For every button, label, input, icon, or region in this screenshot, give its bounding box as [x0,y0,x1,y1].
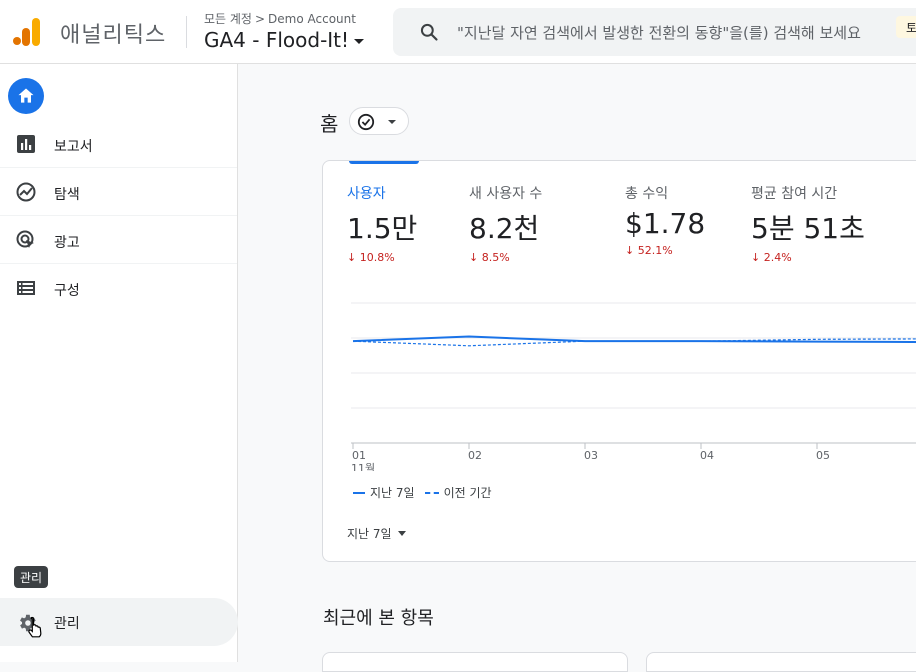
sidebar-item-reports[interactable]: 보고서 [0,120,237,168]
x-tick-label: 02 [468,449,482,462]
breadcrumb-account[interactable]: Demo Account [268,12,356,26]
explore-icon [16,182,36,202]
metric-value: 8.2천 [469,212,540,245]
metric-value: 1.5만 [347,212,418,245]
property-name: GA4 - Flood-It! [204,28,350,52]
metric-avg-engagement[interactable]: 평균 참여 시간 5분 51초 ↓ 2.4% [751,183,865,264]
metric-users[interactable]: 사용자 1.5만 ↓ 10.8% [347,183,417,264]
bar-chart-icon [17,135,35,153]
metric-value: 5분 51초 [751,212,865,245]
breadcrumb-parent[interactable]: 모든 계정 [204,12,252,26]
breadcrumb-separator: > [254,12,266,26]
metric-label: 총 수익 [625,186,669,202]
search-icon [420,23,438,41]
verified-dropdown[interactable] [349,107,409,135]
page-title: 홈 [320,112,339,136]
date-range-label: 지난 7일 [347,527,392,541]
search-bar[interactable]: "지난달 자연 검색에서 발생한 전환의 동향"을(를) 검색해 보세요 [393,8,916,56]
metric-total-revenue[interactable]: 총 수익 $1.78 ↓ 52.1% [625,183,705,257]
recent-section-title: 최근에 본 항목 [323,608,434,629]
chevron-down-icon [397,531,406,536]
metric-value: $1.78 [625,207,706,240]
sidebar-item-label: 보고서 [54,139,93,155]
legend-swatch-dashed [424,491,439,494]
chart-legend: 지난 7일 이전 기간 [353,484,492,501]
property-selector[interactable]: GA4 - Flood-It! [204,28,365,52]
legend-swatch-solid [353,491,365,494]
home-icon [18,88,34,103]
metric-delta: ↓ 10.8% [347,251,395,264]
breadcrumb[interactable]: 모든 계정 > Demo Account [204,10,356,27]
sidebar-item-label: 광고 [54,235,80,251]
metric-delta: ↓ 8.5% [469,251,510,264]
metric-new-users[interactable]: 새 사용자 수 8.2천 ↓ 8.5% [469,183,542,264]
date-range-selector[interactable]: 지난 7일 [347,525,406,542]
sidebar-item-label: 구성 [54,283,80,299]
divider [186,16,187,48]
sidebar-item-explore[interactable]: 탐색 [0,168,237,216]
sidebar-item-label: 탐색 [54,187,80,203]
metric-delta: ↓ 52.1% [625,244,673,257]
metric-label: 새 사용자 수 [469,186,543,202]
metric-label: 평균 참여 시간 [751,186,838,202]
users-line-chart[interactable]: 01020304050611월 [351,281,916,471]
main-content: 홈 사용자 1.5만 ↓ 10.8% 새 사용자 수 8.2천 ↓ 8.5% 총… [238,64,916,672]
list-icon [17,281,35,295]
admin-tooltip: 관리 [14,566,49,588]
arrow-down-icon: ↓ [751,251,764,264]
top-right-chip[interactable]: 토 [896,16,916,38]
ads-click-icon [16,230,34,248]
arrow-down-icon: ↓ [347,251,360,264]
hand-cursor-icon [28,616,42,638]
check-circle-icon [357,113,375,131]
legend-previous: 이전 기간 [443,486,492,500]
x-tick-label: 03 [584,449,598,462]
sidebar: 보고서 탐색 광고 구성 관리 관리 [0,64,238,662]
recent-item-card[interactable] [646,652,916,672]
legend-current: 지난 7일 [370,486,415,500]
arrow-down-icon: ↓ [625,244,638,257]
chevron-down-icon [388,120,396,124]
x-tick-label: 01 [352,449,366,462]
search-placeholder: "지난달 자연 검색에서 발생한 전환의 동향"을(를) 검색해 보세요 [457,24,861,42]
sidebar-item-configure[interactable]: 구성 [0,264,237,312]
product-name[interactable]: 애널리틱스 [60,17,166,49]
metric-delta: ↓ 2.4% [751,251,792,264]
active-tab-indicator [349,161,419,164]
metric-label: 사용자 [347,186,386,202]
top-app-bar: 애널리틱스 모든 계정 > Demo Account GA4 - Flood-It!… [0,0,916,64]
recent-item-card[interactable] [322,652,628,672]
x-tick-label: 04 [700,449,714,462]
analytics-logo-icon[interactable] [12,16,42,48]
chevron-down-icon [354,38,365,44]
x-tick-label: 05 [816,449,830,462]
home-button[interactable] [8,78,44,114]
sidebar-item-ads[interactable]: 광고 [0,216,237,264]
x-month-label: 11월 [351,462,375,471]
arrow-down-icon: ↓ [469,251,482,264]
sidebar-item-label: 관리 [54,616,80,632]
overview-card: 사용자 1.5만 ↓ 10.8% 새 사용자 수 8.2천 ↓ 8.5% 총 수… [322,160,916,562]
